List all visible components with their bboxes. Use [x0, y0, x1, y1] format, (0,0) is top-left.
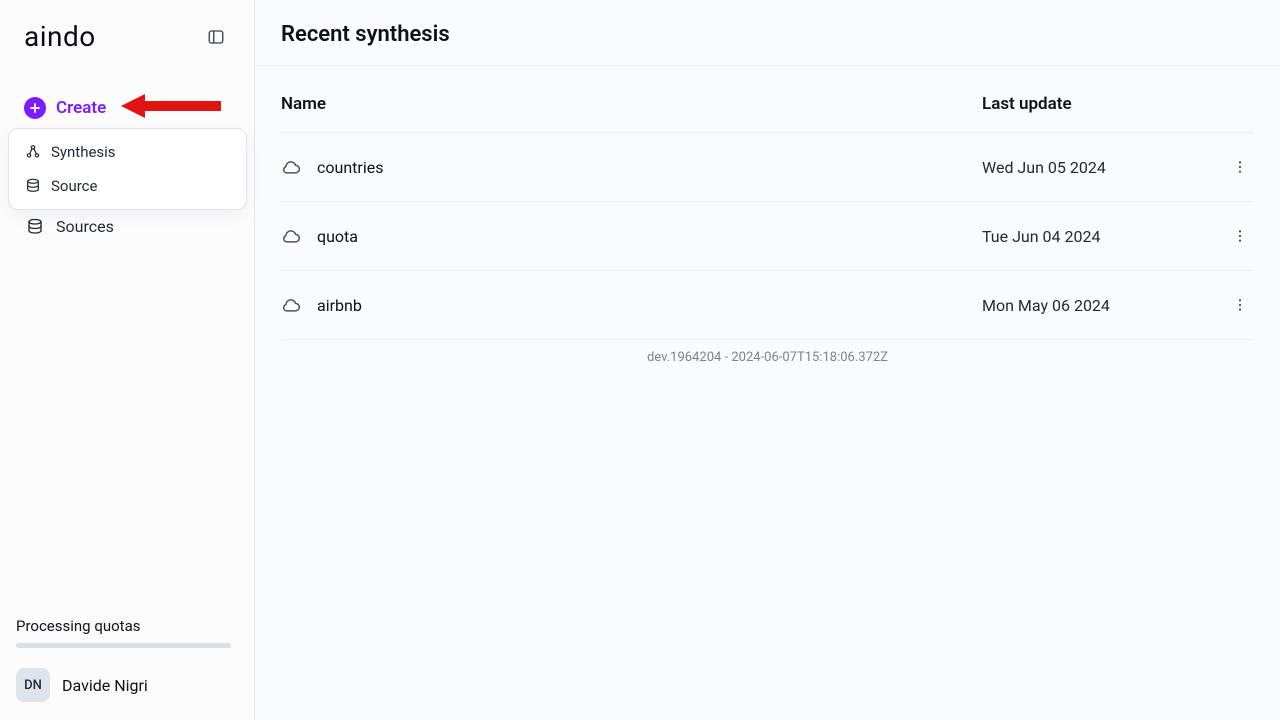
- more-vertical-icon: [1232, 297, 1248, 313]
- sidebar-header: aindo: [16, 20, 238, 53]
- dropdown-item-label: Source: [51, 177, 97, 195]
- page-title: Recent synthesis: [281, 22, 1254, 47]
- avatar: DN: [16, 668, 50, 702]
- cloud-icon: [281, 226, 301, 246]
- create-dropdown-source[interactable]: Source: [15, 169, 240, 203]
- table-row[interactable]: quota Tue Jun 04 2024: [281, 202, 1254, 271]
- create-dropdown-synthesis[interactable]: Synthesis: [15, 135, 240, 169]
- table-row[interactable]: countries Wed Jun 05 2024: [281, 133, 1254, 202]
- brand-logo: aindo: [24, 20, 96, 53]
- more-vertical-icon: [1232, 159, 1248, 175]
- table-cell-name: airbnb: [281, 295, 982, 315]
- row-actions-button[interactable]: [1226, 291, 1254, 319]
- database-icon: [26, 218, 44, 236]
- plus-circle-icon: [24, 97, 46, 119]
- database-icon: [25, 178, 41, 194]
- row-actions-button[interactable]: [1226, 222, 1254, 250]
- processing-quotas-label: Processing quotas: [16, 617, 238, 635]
- user-name: Davide Nigri: [62, 676, 148, 695]
- create-label: Create: [56, 98, 106, 118]
- create-dropdown: Synthesis Source: [8, 128, 247, 210]
- cloud-icon: [281, 157, 301, 177]
- collapse-sidebar-button[interactable]: [202, 23, 230, 51]
- create-button[interactable]: Create: [16, 91, 238, 125]
- version-footer: dev.1964204 - 2024-06-07T15:18:06.372Z: [281, 340, 1254, 369]
- table-cell-name: countries: [281, 157, 982, 177]
- dropdown-item-label: Synthesis: [51, 143, 116, 161]
- column-header-last-update[interactable]: Last update: [982, 94, 1212, 114]
- row-actions-button[interactable]: [1226, 153, 1254, 181]
- annotation-arrow-icon: [121, 91, 221, 125]
- table-header-row: Name Last update: [281, 76, 1254, 133]
- user-menu[interactable]: DN Davide Nigri: [16, 668, 238, 702]
- nav-item-sources[interactable]: Sources: [16, 207, 238, 246]
- main-header: Recent synthesis: [255, 0, 1280, 66]
- row-name: airbnb: [317, 296, 362, 315]
- more-vertical-icon: [1232, 228, 1248, 244]
- table-cell-name: quota: [281, 226, 982, 246]
- row-last-update: Mon May 06 2024: [982, 296, 1212, 315]
- panel-left-icon: [207, 28, 225, 46]
- sidebar: aindo Create Synthesis: [0, 0, 255, 720]
- row-name: quota: [317, 227, 358, 246]
- row-last-update: Tue Jun 04 2024: [982, 227, 1212, 246]
- synthesis-icon: [25, 144, 41, 160]
- cloud-icon: [281, 295, 301, 315]
- table-row[interactable]: airbnb Mon May 06 2024: [281, 271, 1254, 340]
- main: Recent synthesis Name Last update countr…: [255, 0, 1280, 720]
- column-header-name[interactable]: Name: [281, 94, 982, 114]
- row-last-update: Wed Jun 05 2024: [982, 158, 1212, 177]
- processing-quotas-bar: [16, 643, 231, 648]
- row-name: countries: [317, 158, 383, 177]
- synthesis-table: Name Last update countries Wed Jun 05 20…: [255, 66, 1280, 369]
- processing-quotas[interactable]: Processing quotas: [16, 617, 238, 648]
- nav-item-label: Sources: [56, 217, 114, 236]
